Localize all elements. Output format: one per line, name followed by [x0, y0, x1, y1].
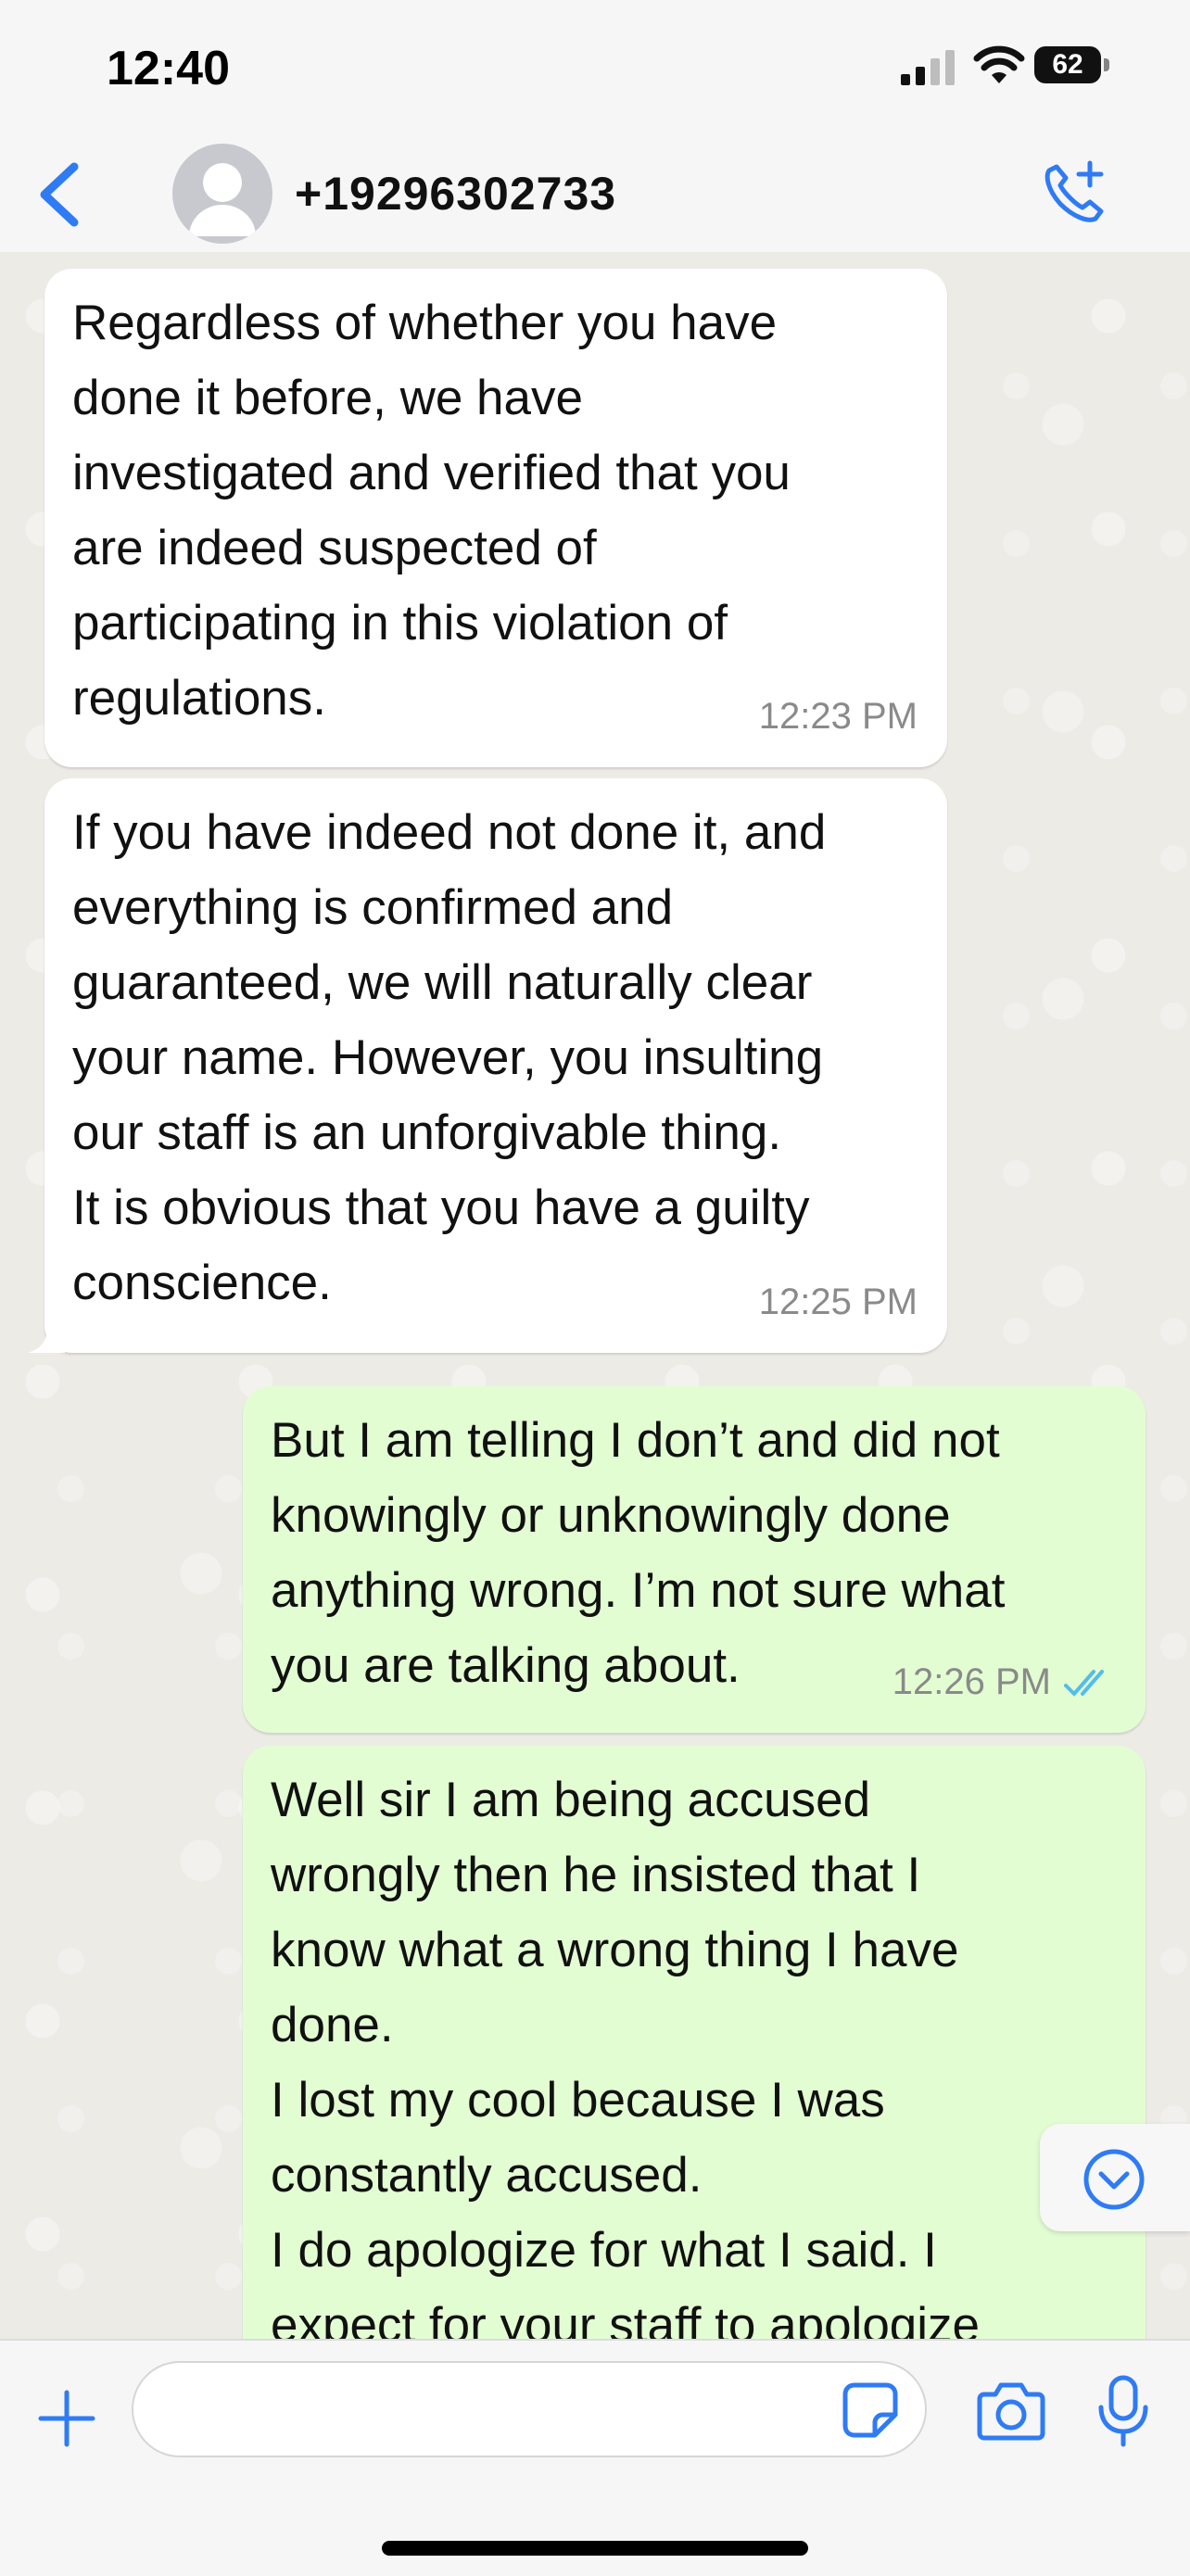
- plus-icon[interactable]: [37, 2389, 96, 2448]
- message-time: 12:23 PM: [758, 696, 918, 737]
- avatar[interactable]: [172, 144, 272, 244]
- message-text: If you have indeed not done it, and ever…: [72, 805, 827, 1310]
- battery-level: 62: [1052, 49, 1083, 80]
- sticker-icon[interactable]: [842, 2381, 899, 2439]
- message-bubble-outgoing[interactable]: Well sir I am being accused wrongly then…: [243, 1746, 1146, 2394]
- scroll-to-bottom-button[interactable]: [1040, 2124, 1190, 2231]
- camera-icon[interactable]: [977, 2380, 1045, 2441]
- add-call-icon[interactable]: [1036, 158, 1110, 232]
- battery-icon: 62: [1034, 46, 1112, 83]
- message-input-bar: [0, 2339, 1190, 2576]
- status-time: 12:40: [107, 42, 230, 95]
- message-bubble-incoming[interactable]: If you have indeed not done it, and ever…: [44, 778, 947, 1353]
- message-bubble-outgoing[interactable]: But I am telling I don’t and did not kno…: [243, 1386, 1146, 1733]
- avatar-placeholder-icon: [189, 163, 256, 236]
- read-ticks-icon: [1064, 1669, 1104, 1697]
- bubble-tail: [28, 1325, 65, 1353]
- message-input[interactable]: [132, 2361, 927, 2457]
- scroll-down-icon: [1083, 2149, 1145, 2210]
- cellular-signal-icon: [901, 50, 955, 85]
- message-text: Regardless of whether you have done it b…: [72, 296, 791, 726]
- message-meta: 12:23 PM: [759, 679, 918, 754]
- wifi-icon: [973, 45, 1025, 83]
- message-meta: 12:26 PM: [892, 1645, 1116, 1720]
- contact-name[interactable]: +19296302733: [295, 167, 616, 221]
- message-meta: 12:25 PM: [759, 1265, 918, 1340]
- microphone-icon[interactable]: [1095, 2374, 1151, 2448]
- back-chevron-icon[interactable]: [28, 158, 93, 232]
- chat-header: +19296302733: [0, 139, 1190, 254]
- message-bubble-incoming[interactable]: Regardless of whether you have done it b…: [44, 269, 947, 767]
- message-text: Well sir I am being accused wrongly then…: [271, 1773, 981, 2353]
- message-time: 12:26 PM: [892, 1661, 1051, 1702]
- status-bar: 12:40 62: [0, 0, 1190, 139]
- home-indicator: [382, 2541, 808, 2556]
- message-time: 12:25 PM: [758, 1282, 918, 1322]
